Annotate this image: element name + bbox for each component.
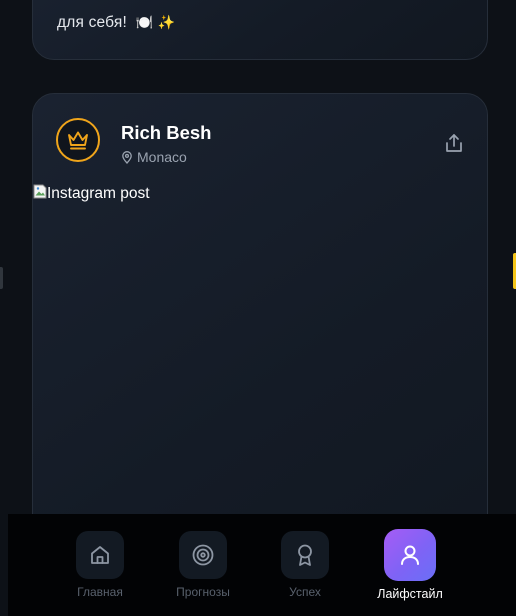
share-icon: [446, 134, 462, 152]
post-image-alt-text: Instagram post: [47, 185, 150, 202]
author-location: Monaco: [121, 149, 187, 165]
nav-icon-button: [76, 531, 124, 579]
nav-label-home: Главная: [77, 585, 123, 599]
nav-item-lifestyle[interactable]: Лайфстайл: [360, 529, 460, 601]
broken-image-icon: [33, 184, 47, 199]
app-screen: для себя! 🍽️ ✨ Rich Besh Monaco Instagra…: [0, 0, 516, 616]
post-caption-emoji: 🍽️ ✨: [135, 15, 176, 31]
nav-label-success: Успех: [289, 585, 321, 599]
nav-icon-button-active: [384, 529, 436, 581]
nav-item-home[interactable]: Главная: [50, 531, 150, 599]
nav-label-lifestyle: Лайфстайл: [377, 587, 443, 601]
author-name[interactable]: Rich Besh: [121, 122, 211, 144]
bottom-navigation: Главная Прогнозы Успех Лайфстайл: [8, 514, 516, 616]
avatar[interactable]: [56, 118, 100, 162]
nav-label-forecasts: Прогнозы: [176, 585, 230, 599]
post-image[interactable]: Instagram post: [33, 182, 488, 542]
nav-icon-button: [281, 531, 329, 579]
location-text: Monaco: [137, 149, 187, 165]
map-pin-icon: [122, 150, 132, 164]
share-button[interactable]: [443, 132, 465, 154]
left-scroll-handle[interactable]: [0, 267, 3, 289]
nav-item-forecasts[interactable]: Прогнозы: [153, 531, 253, 599]
target-icon: [192, 544, 214, 566]
nav-icon-button: [179, 531, 227, 579]
home-icon: [91, 546, 109, 564]
crown-icon: [68, 131, 88, 150]
nav-item-success[interactable]: Успех: [255, 531, 355, 599]
award-icon: [298, 544, 312, 566]
post-caption-text: для себя!: [57, 14, 128, 31]
user-icon: [401, 545, 419, 565]
previous-post-card: для себя! 🍽️ ✨: [32, 0, 488, 60]
post-caption: для себя! 🍽️ ✨: [57, 14, 175, 32]
